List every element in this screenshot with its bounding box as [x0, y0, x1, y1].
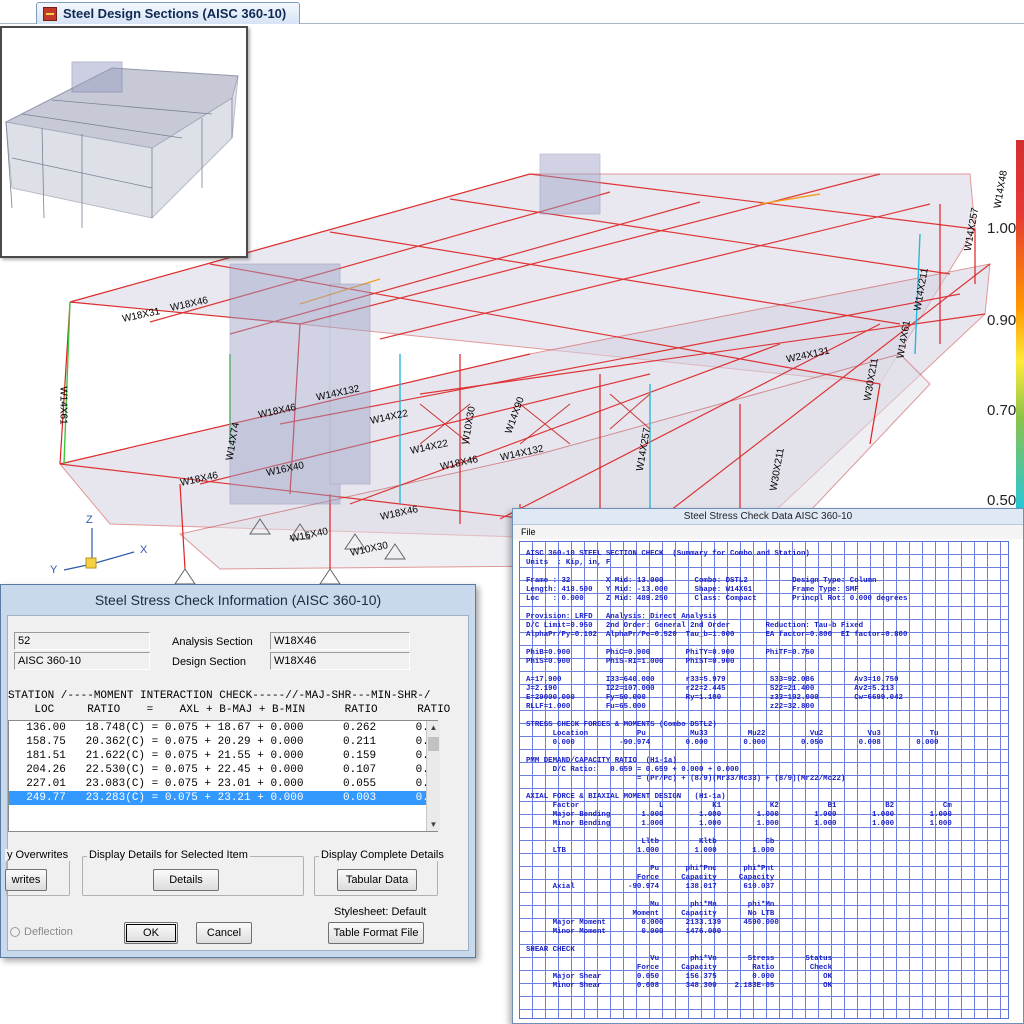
triad-y-label: Y: [50, 564, 58, 576]
overwrites-group: y Overwrites writes: [5, 849, 71, 896]
report-line: Pu phi*Pnc phi*Pnt: [526, 865, 775, 873]
report-line: Major Moment 0.000 2133.139 4590.000: [526, 919, 779, 927]
frame-id-field: 52: [14, 632, 150, 650]
station-row[interactable]: 158.75 20.362(C) = 0.075 + 20.29 + 0.000…: [9, 735, 437, 749]
check-table-header-2: LOC RATIO = AXL + B-MAJ + B-MIN RATIO RA…: [8, 704, 451, 716]
station-row[interactable]: 227.01 23.083(C) = 0.075 + 23.01 + 0.000…: [9, 777, 437, 791]
dialog-body: 52 AISC 360-10 Analysis Section Design S…: [5, 615, 469, 951]
deflection-radio-label: Deflection: [24, 926, 73, 938]
menu-file[interactable]: File: [521, 527, 536, 537]
stylesheet-label: Stylesheet: Default: [334, 906, 427, 918]
station-results-list[interactable]: 136.00 18.748(C) = 0.075 + 18.67 + 0.000…: [8, 720, 438, 832]
station-row[interactable]: 136.00 18.748(C) = 0.075 + 18.67 + 0.000…: [9, 721, 437, 735]
scroll-up-icon[interactable]: ▲: [427, 721, 440, 734]
report-line: Loc : 0.000 Z Mid: 489.250 Class: Compac…: [526, 595, 908, 603]
triad-x-label: X: [140, 544, 148, 556]
report-line: Factor L K1 K2 B1 B2 Cm: [526, 802, 952, 810]
report-line: Major Bending 1.000 1.000 1.000 1.000 1.…: [526, 811, 952, 819]
report-line: AlphaPr/Py=0.102 AlphaPr/Pe=0.520 Tau_b=…: [526, 631, 908, 639]
report-line: Moment Capacity No LTB: [526, 910, 775, 918]
report-line: D/C Ratio: 0.659 = 0.659 + 0.000 + 0.000: [526, 766, 739, 774]
station-row[interactable]: 204.26 22.530(C) = 0.075 + 22.45 + 0.000…: [9, 763, 437, 777]
report-line: SHEAR CHECK: [526, 946, 575, 954]
axis-triad: Z X Y: [50, 514, 160, 584]
report-line: Units : Kip, in, F: [526, 559, 611, 567]
report-line: RLLF=1.000 Fu=65.000 z22=32.800: [526, 703, 815, 711]
report-line: Axial -90.974 138.017 610.037: [526, 883, 775, 891]
tabular-data-button[interactable]: Tabular Data: [337, 869, 417, 891]
legend-label-070: 0.70: [987, 402, 1017, 419]
details-button[interactable]: Details: [153, 869, 219, 891]
report-line: J=2.190 I22=107.000 r22=2.445 S22=21.400…: [526, 685, 895, 693]
station-row-selected[interactable]: 249.77 23.283(C) = 0.075 + 23.21 + 0.000…: [9, 791, 437, 805]
member-label: W14X61: [57, 386, 69, 425]
table-format-file-button[interactable]: Table Format File: [328, 922, 424, 944]
report-line: Force Capacity Ratio Check: [526, 964, 833, 972]
report-line: Minor Moment 0.000 1476.000: [526, 928, 722, 936]
deflection-radio[interactable]: Deflection: [10, 926, 73, 938]
steel-frame-icon: [43, 6, 57, 21]
steel-stress-check-dialog: Steel Stress Check Information (AISC 360…: [0, 584, 476, 958]
report-line: Force Capacity Capacity: [526, 874, 775, 882]
legend-label-050: 0.50: [987, 492, 1017, 509]
check-report: AISC 360-10 STEEL SECTION CHECK (Summary…: [519, 541, 1009, 1019]
report-line: PMM DEMAND/CAPACITY RATIO (H1-1a): [526, 757, 677, 765]
analysis-section-label: Analysis Section: [172, 636, 253, 648]
report-line: D/C Limit=0.950 2nd Order: General 2nd O…: [526, 622, 864, 630]
report-line: 0.000 -90.974 0.000 0.000 0.050 0.008 0.…: [526, 739, 939, 747]
menu-bar: File: [513, 525, 1023, 539]
report-line: Location Pu Mu33 Mu22 Vu2 Vu3 Tu: [526, 730, 939, 738]
report-line: Vu phi*Vn Stress Status: [526, 955, 833, 963]
report-line: Major Shear 0.050 156.375 0.000 OK: [526, 973, 833, 981]
report-line: Frame : 32 X Mid: 13.000 Combo: DSTL2 De…: [526, 577, 877, 585]
ratio-color-legend: [1016, 140, 1024, 510]
details-group: Display Details for Selected Item Detail…: [82, 849, 304, 896]
report-line: STRESS CHECK FORCES & MOMENTS (Combo DST…: [526, 721, 717, 729]
tab-strip: Steel Design Sections (AISC 360-10): [0, 0, 1024, 24]
report-line: LTB 1.000 1.000 1.000: [526, 847, 775, 855]
scroll-thumb[interactable]: [428, 737, 439, 751]
report-line: = (Pr/Pc) + (8/9)(Mr33/Mc33) + (8/9)(Mr2…: [526, 775, 846, 783]
report-line: Lltb Kltb Cb: [526, 838, 775, 846]
design-code-field: AISC 360-10: [14, 652, 150, 670]
report-line: Minor Shear 0.008 348.300 2.183E-05 OK: [526, 982, 833, 990]
report-line: AXIAL FORCE & BIAXIAL MOMENT DESIGN (H1-…: [526, 793, 726, 801]
details-group-title: Display Details for Selected Item: [87, 849, 250, 861]
design-section-label: Design Section: [172, 656, 246, 668]
analysis-section-field: W18X46: [270, 632, 410, 650]
overwrites-button[interactable]: writes: [5, 869, 47, 891]
report-line: Length: 418.500 Y Mid: -13.000 Shape: W1…: [526, 586, 859, 594]
design-section-field: W18X46: [270, 652, 410, 670]
ok-button[interactable]: OK: [124, 922, 178, 944]
tab-steel-design-sections[interactable]: Steel Design Sections (AISC 360-10): [36, 2, 300, 24]
station-row[interactable]: 181.51 21.622(C) = 0.075 + 21.55 + 0.000…: [9, 749, 437, 763]
check-table-header-1: STATION /----MOMENT INTERACTION CHECK---…: [8, 690, 431, 702]
steel-stress-check-data-window: Steel Stress Check Data AISC 360-10 File…: [512, 508, 1024, 1024]
report-line: Mu phi*Mn phi*Mn: [526, 901, 775, 909]
dialog-title: Steel Stress Check Information (AISC 360…: [94, 592, 382, 608]
report-line: A=17.900 I33=640.000 r33=5.979 S33=92.08…: [526, 676, 899, 684]
tab-title: Steel Design Sections (AISC 360-10): [63, 6, 287, 21]
triad-z-label: Z: [86, 514, 93, 526]
radio-circle-icon: [10, 927, 20, 937]
data-window-title: Steel Stress Check Data AISC 360-10: [513, 509, 1023, 525]
report-line: PhiS=0.900 PhiS-RI=1.000 PhiST=0.900: [526, 658, 735, 666]
complete-details-group-title: Display Complete Details: [319, 849, 446, 861]
complete-details-group: Display Complete Details Tabular Data: [314, 849, 446, 896]
legend-label-100: 1.00: [987, 220, 1017, 237]
thumbnail-structure: [4, 61, 239, 228]
report-line: Provision: LRFD Analysis: Direct Analysi…: [526, 613, 717, 621]
scroll-down-icon[interactable]: ▼: [427, 818, 440, 831]
overwrites-group-title: y Overwrites: [5, 849, 71, 861]
report-line: E=29000.000 Fy=50.000 Ry=1.100 z33=102.0…: [526, 694, 903, 702]
legend-label-090: 0.90: [987, 312, 1017, 329]
model-thumbnail: [0, 26, 248, 258]
report-line: Minor Bending 1.000 1.000 1.000 1.000 1.…: [526, 820, 952, 828]
report-line: AISC 360-10 STEEL SECTION CHECK (Summary…: [526, 550, 810, 558]
report-line: PhiB=0.900 PhiC=0.900 PhiTY=0.900 PhiTF=…: [526, 649, 815, 657]
list-scrollbar[interactable]: ▲ ▼: [426, 721, 440, 831]
cancel-button[interactable]: Cancel: [196, 922, 252, 944]
